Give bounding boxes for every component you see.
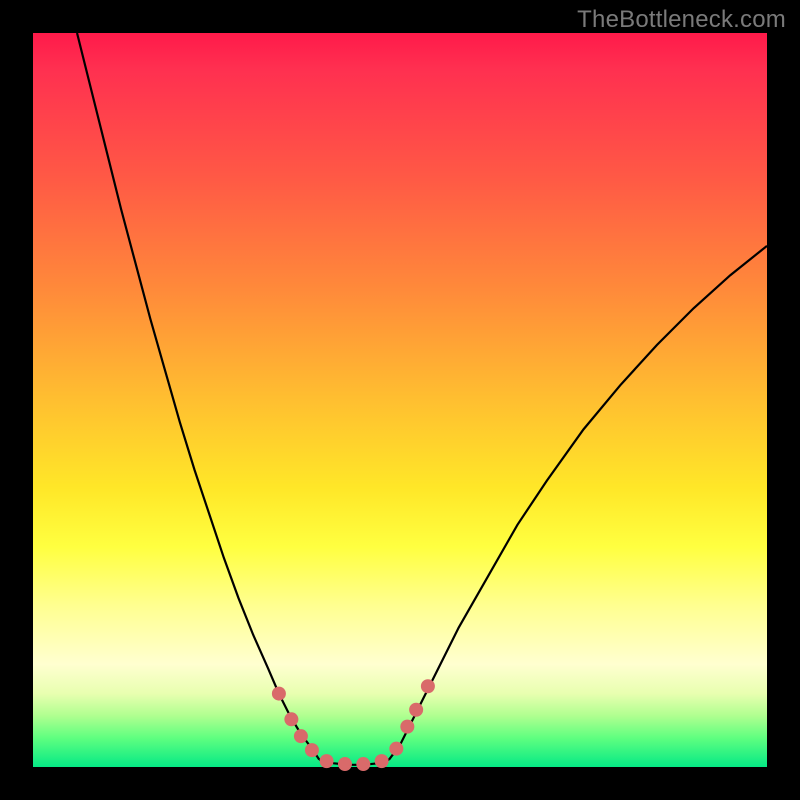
left-marker-1: [272, 687, 286, 701]
left-marker-2: [284, 712, 298, 726]
floor-marker-2: [338, 757, 352, 771]
chart-svg: [33, 33, 767, 767]
right-marker-3: [409, 703, 423, 717]
floor-marker-1: [320, 754, 334, 768]
watermark-text: TheBottleneck.com: [577, 6, 786, 34]
curve-group: [77, 33, 767, 765]
left-marker-3: [294, 729, 308, 743]
plot-area: [33, 33, 767, 767]
left-curve-path: [77, 33, 319, 760]
right-marker-2: [400, 720, 414, 734]
floor-marker-3: [356, 757, 370, 771]
right-marker-1: [389, 742, 403, 756]
floor-marker-4: [375, 754, 389, 768]
left-marker-4: [305, 743, 319, 757]
right-marker-4: [421, 679, 435, 693]
right-curve-path: [389, 246, 767, 760]
